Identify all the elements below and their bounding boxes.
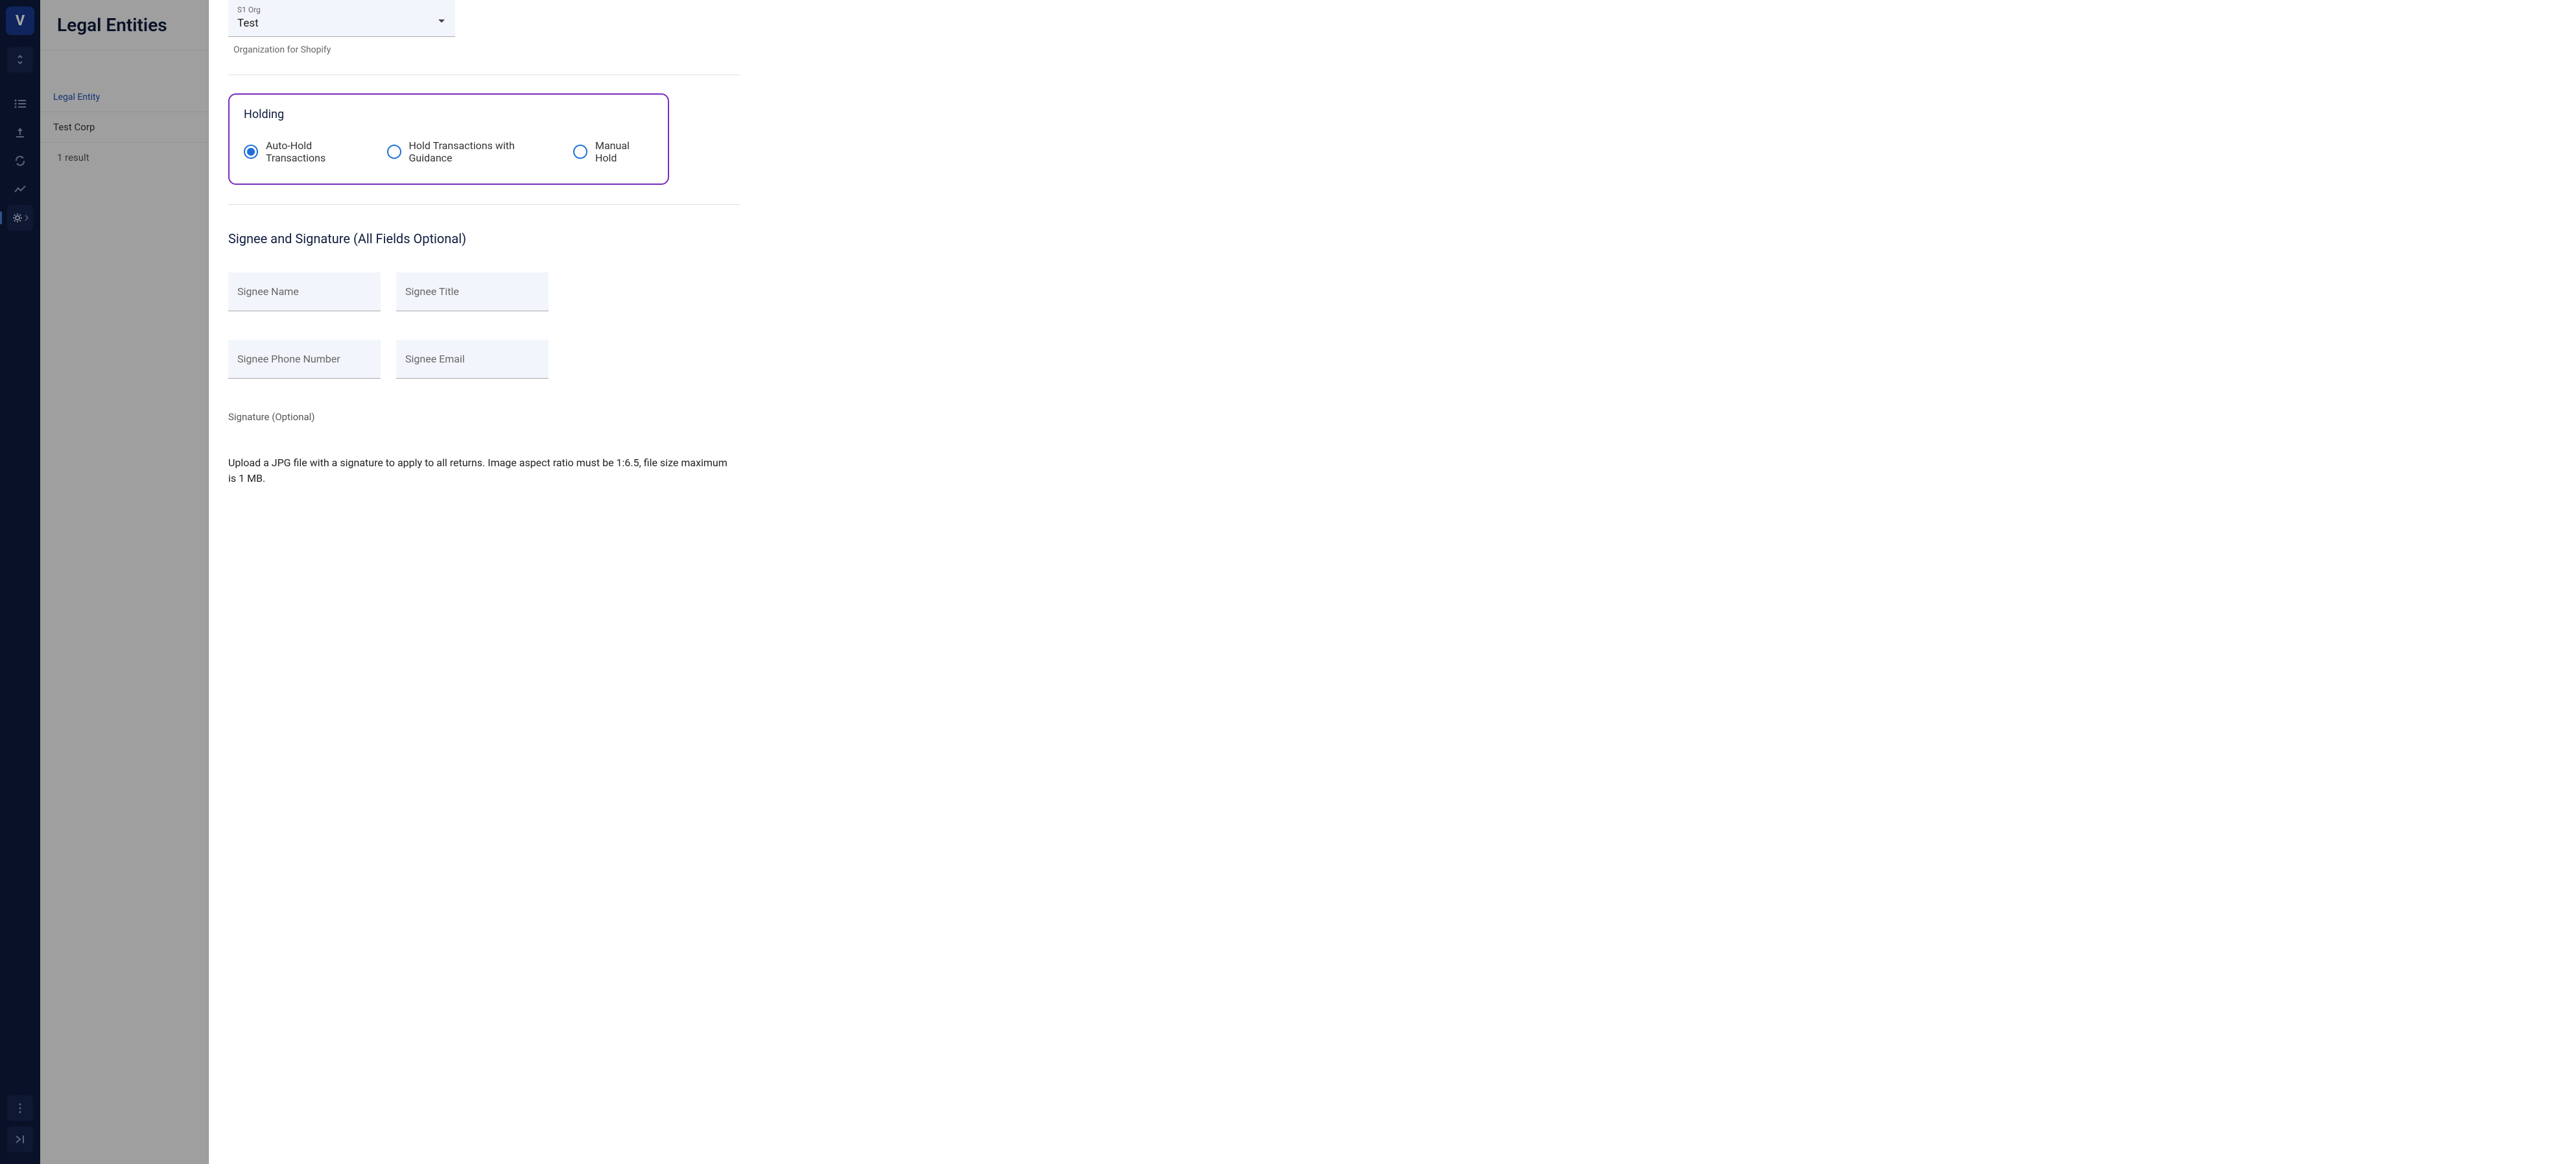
radio-label: Hold Transactions with Guidance — [409, 139, 561, 164]
dropdown-label: S1 Org — [237, 5, 446, 14]
radio-auto-hold[interactable]: Auto-Hold Transactions — [244, 139, 374, 164]
signee-phone-field[interactable]: Signee Phone Number — [228, 340, 381, 379]
radio-manual-hold[interactable]: Manual Hold — [573, 139, 654, 164]
modal-overlay — [0, 0, 209, 1164]
radio-icon — [244, 145, 258, 159]
signature-label: Signature (Optional) — [228, 411, 740, 423]
radio-label: Manual Hold — [595, 139, 654, 164]
dropdown-helper: Organization for Shopify — [228, 45, 740, 55]
signee-name-field[interactable]: Signee Name — [228, 272, 381, 311]
signee-section-title: Signee and Signature (All Fields Optiona… — [228, 231, 740, 246]
radio-label: Auto-Hold Transactions — [266, 139, 374, 164]
dropdown-value: Test — [237, 17, 446, 30]
signee-email-field[interactable]: Signee Email — [396, 340, 549, 379]
org-dropdown[interactable]: S1 Org Test — [228, 0, 455, 37]
radio-icon — [573, 145, 587, 159]
signee-title-field[interactable]: Signee Title — [396, 272, 549, 311]
chevron-down-icon — [438, 14, 445, 27]
holding-section-highlighted: Holding Auto-Hold Transactions Hold Tran… — [228, 93, 669, 185]
upload-instructions: Upload a JPG file with a signature to ap… — [228, 455, 734, 486]
radio-hold-guidance[interactable]: Hold Transactions with Guidance — [387, 139, 560, 164]
holding-radio-group: Auto-Hold Transactions Hold Transactions… — [244, 139, 654, 164]
holding-title: Holding — [244, 108, 654, 121]
section-divider — [228, 204, 740, 205]
signee-fields-grid: Signee Name Signee Title Signee Phone Nu… — [228, 272, 740, 379]
form-content: S1 Org Test Organization for Shopify Hol… — [209, 0, 2576, 1164]
radio-icon — [387, 145, 401, 159]
